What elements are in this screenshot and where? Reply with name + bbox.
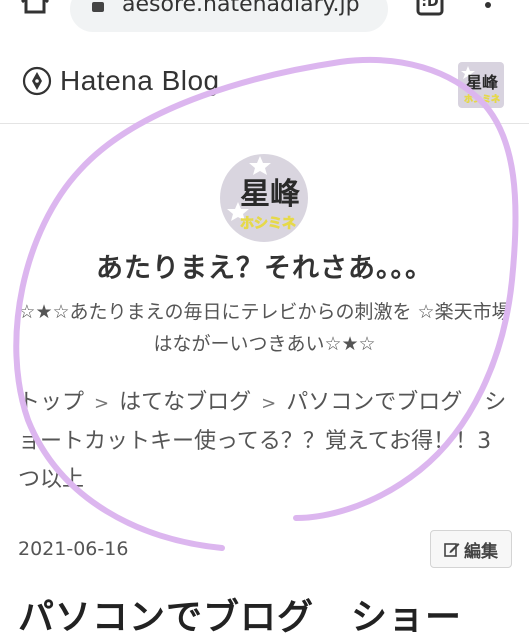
user-avatar[interactable]: 星峰 ホシミネ bbox=[458, 62, 504, 108]
edit-button[interactable]: 編集 bbox=[430, 530, 512, 568]
edit-icon bbox=[444, 543, 460, 557]
blog-avatar-image: 星峰 ホシミネ bbox=[227, 156, 300, 232]
blog-avatar-subtext: ホシミネ bbox=[240, 216, 296, 232]
breadcrumb: トップ > はてなブログ > パソコンでブログ ショートカットキー使ってる？？覚えてお得… bbox=[18, 384, 513, 499]
blog-avatar[interactable]: 星峰 ホシミネ bbox=[220, 154, 308, 242]
header-avatar-text: 星峰 bbox=[466, 73, 499, 92]
edit-label: 編集 bbox=[464, 541, 498, 562]
home-icon[interactable] bbox=[18, 0, 52, 16]
address-bar[interactable]: aesore.hatenadiary.jp bbox=[70, 0, 388, 32]
entry-date[interactable]: 2021-06-16 bbox=[18, 538, 128, 560]
blog-title[interactable]: あたりまえ？それさあ。。。 bbox=[0, 246, 529, 285]
entry-title[interactable]: パソコンでブログ ショー bbox=[18, 588, 529, 640]
hatena-blog-logo[interactable]: Hatena Blog bbox=[22, 64, 220, 98]
browser-toolbar: aesore.hatenadiary.jp :D bbox=[0, 0, 529, 40]
breadcrumb-top[interactable]: トップ bbox=[18, 390, 84, 415]
hatena-header: Hatena Blog 星峰 ホシミネ bbox=[0, 42, 529, 124]
hatena-logo-text: Hatena Blog bbox=[60, 65, 220, 96]
avatar-image: 星峰 ホシミネ bbox=[461, 66, 500, 105]
more-vert-icon[interactable] bbox=[478, 0, 498, 14]
blog-description: ☆★☆あたりまえの毎日にテレビからの刺激を ☆楽天市場はながーいつきあい☆★☆ bbox=[18, 301, 511, 355]
tab-count: :D bbox=[421, 0, 439, 10]
breadcrumb-separator: > bbox=[261, 393, 277, 414]
breadcrumb-separator: > bbox=[94, 393, 110, 414]
blog-avatar-text: 星峰 bbox=[240, 177, 300, 212]
pen-nib-icon bbox=[22, 66, 52, 96]
url-text: aesore.hatenadiary.jp bbox=[122, 0, 360, 17]
lock-icon bbox=[92, 2, 104, 12]
header-avatar-subtext: ホシミネ bbox=[464, 94, 500, 105]
tab-switcher-button[interactable]: :D bbox=[416, 0, 444, 16]
breadcrumb-category[interactable]: はてなブログ bbox=[119, 390, 251, 415]
